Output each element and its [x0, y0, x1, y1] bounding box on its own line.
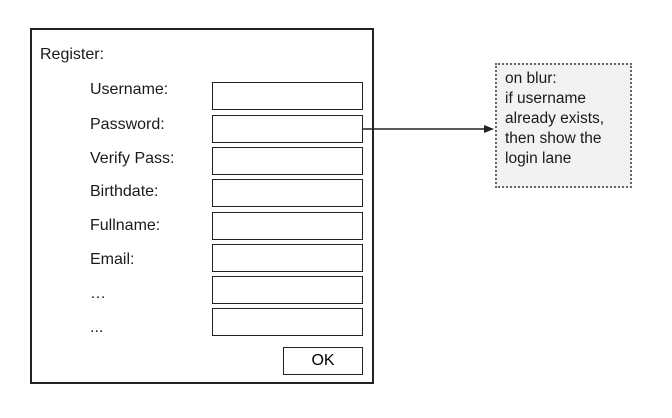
arrowhead-icon [484, 125, 494, 133]
note-line: on blur: [505, 70, 557, 87]
note-line: already exists, [505, 110, 605, 127]
note-line: then show the [505, 130, 602, 147]
note-line: if username [505, 90, 586, 107]
annotation-note: on blur: if username already exists, the… [495, 63, 632, 188]
note-line: login lane [505, 150, 572, 167]
